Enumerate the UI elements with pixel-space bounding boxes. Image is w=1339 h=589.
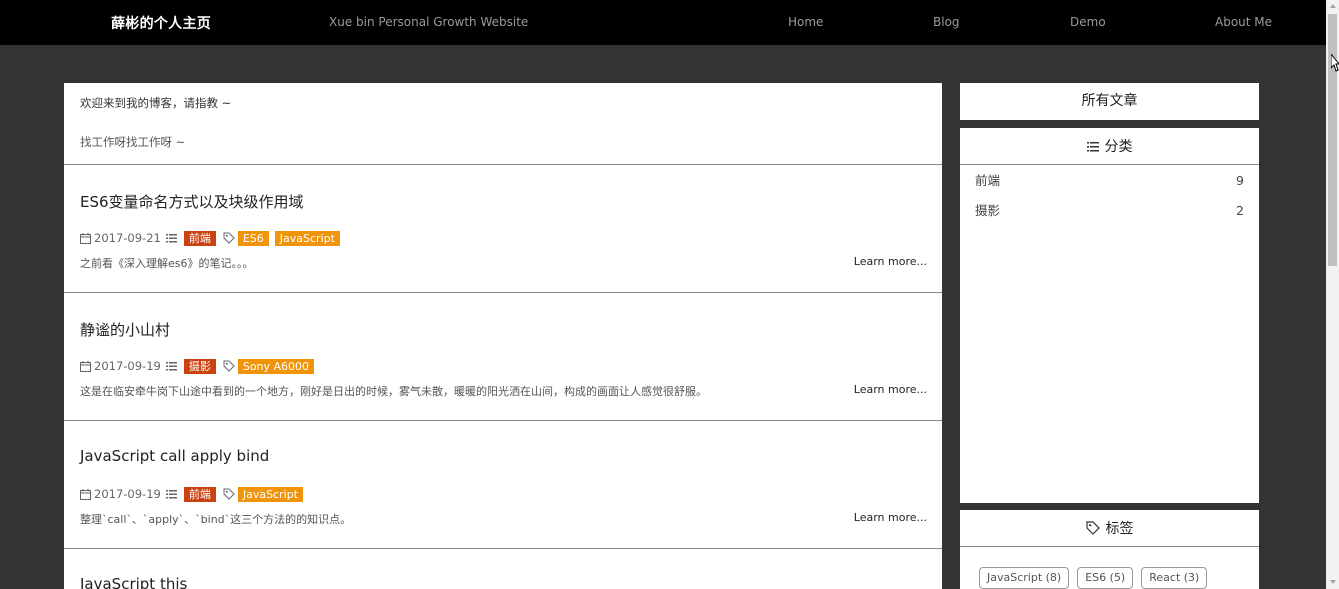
post-list-panel: 欢迎来到我的博客，请指教 ~ 找工作呀找工作呀 ~ ES6变量命名方式以及块级作…: [64, 83, 942, 589]
post-item: 静谧的小山村 2017-09-19 摄影 Sony A6000 这是在临安牵牛岗…: [64, 293, 942, 421]
mouse-cursor-icon: [1331, 54, 1339, 72]
tag-badge[interactable]: ES6: [237, 230, 269, 246]
tag-icon: [1085, 521, 1100, 535]
list-icon: [165, 490, 177, 499]
welcome-subtext: 找工作呀找工作呀 ~: [80, 135, 186, 149]
tag-badge[interactable]: JavaScript: [237, 486, 303, 502]
post-meta: 2017-09-19 前端 JavaScript: [80, 486, 309, 502]
tag-pill[interactable]: ES6 (5): [1077, 567, 1134, 589]
tags-header: 标签: [960, 510, 1259, 547]
nav-link-home[interactable]: Home: [788, 15, 823, 29]
category-count: 9: [1236, 173, 1244, 188]
post-excerpt: 这是在临安牵牛岗下山途中看到的一个地方，刚好是日出的时候，雾气未散，暖暖的阳光洒…: [80, 385, 707, 398]
category-name: 前端: [975, 173, 1001, 188]
category-item[interactable]: 摄影 2: [960, 196, 1259, 226]
category-item[interactable]: 前端 9: [960, 166, 1259, 196]
site-tagline: Xue bin Personal Growth Website: [329, 15, 529, 29]
scrollbar-thumb[interactable]: [1328, 14, 1337, 266]
post-title[interactable]: JavaScript call apply bind: [80, 447, 269, 465]
categories-title: 分类: [1104, 139, 1133, 155]
nav-link-blog[interactable]: Blog: [933, 15, 960, 29]
tags-box: 标签 JavaScript (8) ES6 (5) React (3): [960, 510, 1259, 589]
welcome-text: 欢迎来到我的博客，请指教 ~: [80, 96, 232, 110]
category-badge[interactable]: 摄影: [183, 358, 216, 374]
post-date: 2017-09-19: [94, 487, 161, 501]
scroll-down-arrow-icon[interactable]: [1330, 580, 1336, 584]
tags-title: 标签: [1105, 521, 1134, 537]
nav-link-about-me[interactable]: About Me: [1215, 15, 1272, 29]
welcome-section: 欢迎来到我的博客，请指教 ~ 找工作呀找工作呀 ~: [64, 83, 942, 165]
tag-icon: [223, 360, 235, 372]
list-icon: [1086, 141, 1099, 151]
learn-more-link[interactable]: Learn more...: [854, 383, 927, 396]
learn-more-link[interactable]: Learn more...: [854, 255, 927, 268]
calendar-icon: [80, 488, 91, 500]
list-icon: [165, 362, 177, 371]
category-name: 摄影: [975, 203, 1001, 218]
calendar-icon: [80, 232, 91, 244]
learn-more-link[interactable]: Learn more...: [854, 511, 927, 524]
post-meta: 2017-09-19 摄影 Sony A6000: [80, 358, 320, 374]
post-item: JavaScript this: [64, 549, 942, 589]
all-articles-link[interactable]: 所有文章: [960, 83, 1259, 120]
categories-box: 分类 前端 9 摄影 2: [960, 128, 1259, 503]
post-title[interactable]: 静谧的小山村: [80, 319, 170, 340]
category-list: 前端 9 摄影 2: [960, 165, 1259, 226]
tag-pill[interactable]: React (3): [1141, 567, 1208, 589]
post-item: ES6变量命名方式以及块级作用域 2017-09-21 前端 ES6 JavaS…: [64, 165, 942, 293]
post-title[interactable]: ES6变量命名方式以及块级作用域: [80, 191, 304, 212]
site-brand[interactable]: 薛彬的个人主页: [111, 13, 211, 33]
all-articles-box: 所有文章: [960, 83, 1259, 120]
post-title[interactable]: JavaScript this: [80, 575, 187, 589]
top-navbar: 薛彬的个人主页 Xue bin Personal Growth Website …: [0, 0, 1326, 45]
tag-badge[interactable]: JavaScript: [274, 230, 340, 246]
post-excerpt: 之前看《深入理解es6》的笔记。。。: [80, 257, 254, 270]
tag-badge[interactable]: Sony A6000: [237, 358, 315, 374]
category-count: 2: [1236, 203, 1244, 218]
post-date: 2017-09-19: [94, 359, 161, 373]
tag-icon: [223, 488, 235, 500]
post-excerpt: 整理`call`、`apply`、`bind`这三个方法的的知识点。: [80, 513, 352, 526]
tag-icon: [223, 232, 235, 244]
category-badge[interactable]: 前端: [183, 230, 216, 246]
scroll-up-arrow-icon[interactable]: [1330, 4, 1336, 8]
tag-cloud: JavaScript (8) ES6 (5) React (3): [960, 547, 1259, 589]
list-icon: [165, 234, 177, 243]
calendar-icon: [80, 360, 91, 372]
tag-pill[interactable]: JavaScript (8): [979, 567, 1070, 589]
post-meta: 2017-09-21 前端 ES6 JavaScript: [80, 230, 346, 246]
post-date: 2017-09-21: [94, 231, 161, 245]
categories-header: 分类: [960, 128, 1259, 165]
category-badge[interactable]: 前端: [183, 486, 216, 502]
post-item: JavaScript call apply bind 2017-09-19 前端…: [64, 421, 942, 549]
nav-link-demo[interactable]: Demo: [1070, 15, 1106, 29]
